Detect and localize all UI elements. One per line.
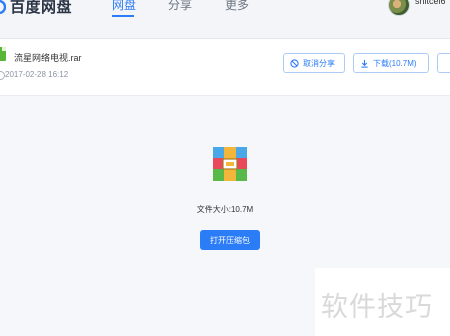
rar-file-icon <box>0 47 6 61</box>
more-actions-button[interactable] <box>437 53 450 73</box>
open-archive-button[interactable]: 打开压缩包 <box>200 230 260 250</box>
nav-active-underline <box>112 15 134 17</box>
nav-item-netdisk[interactable]: 网盘 <box>112 0 136 13</box>
file-time: 2017-02-28 16:12 <box>5 70 69 79</box>
file-size-text: 文件大小:10.7M <box>196 205 254 214</box>
archive-file-icon <box>213 147 247 181</box>
download-button[interactable]: 下载(10.7M) <box>353 53 429 73</box>
top-navigation: 百度网盘 网盘 分享 更多 snitcel6 <box>0 0 450 39</box>
username[interactable]: snitcel6 <box>415 0 446 6</box>
cancel-share-icon <box>290 58 299 68</box>
file-name: 流星网络电视.rar <box>14 53 82 63</box>
nav-item-more[interactable]: 更多 <box>225 0 249 13</box>
cancel-share-label: 取消分享 <box>303 58 335 68</box>
download-icon <box>361 59 368 68</box>
cancel-share-button[interactable]: 取消分享 <box>283 53 345 73</box>
download-label: 下载(10.7M) <box>373 58 417 68</box>
baidu-netdisk-logo-icon <box>0 0 6 14</box>
watermark-text: 软件技巧 <box>321 292 433 322</box>
logo-text: 百度网盘 <box>10 0 73 16</box>
nav-item-share[interactable]: 分享 <box>168 0 192 13</box>
file-header: 流星网络电视.rar 2017-02-28 16:12 取消分享 下载(10.7… <box>0 39 450 96</box>
avatar[interactable] <box>388 0 410 16</box>
